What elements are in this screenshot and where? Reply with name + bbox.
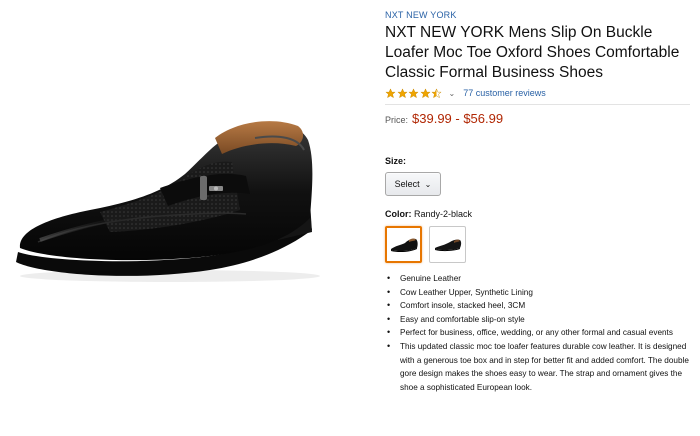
color-value: Randy-2-black xyxy=(414,209,473,219)
rating-row: ⌄ 77 customer reviews xyxy=(385,86,690,100)
feature-bullets: Genuine Leather Cow Leather Upper, Synth… xyxy=(385,272,690,394)
shoe-thumbnail-icon xyxy=(390,238,418,252)
feature-bullet: Comfort insole, stacked heel, 3CM xyxy=(387,299,690,313)
customer-reviews-link[interactable]: 77 customer reviews xyxy=(463,88,546,98)
feature-bullet: Genuine Leather xyxy=(387,272,690,286)
product-main-image[interactable] xyxy=(10,90,330,320)
brand-link[interactable]: NXT NEW YORK xyxy=(385,10,690,20)
price-label: Price: xyxy=(385,115,409,125)
star-full-icon xyxy=(419,87,431,98)
star-half-icon xyxy=(431,87,442,98)
star-full-icon xyxy=(385,87,396,98)
divider xyxy=(385,104,690,105)
product-title-line: Classic Formal Business Shoes xyxy=(385,64,603,81)
product-title-line: NXT NEW YORK Mens Slip On Buckle xyxy=(385,24,653,41)
star-full-icon xyxy=(408,87,419,98)
product-info: NXT NEW YORK NXT NEW YORK Mens Slip On B… xyxy=(385,10,690,394)
price-value: $39.99 - $56.99 xyxy=(412,111,504,126)
size-select-dropdown[interactable]: Select ⌄ xyxy=(385,172,441,196)
swatch-randy-2-black[interactable] xyxy=(385,226,422,263)
feature-bullet: This updated classic moc toe loafer feat… xyxy=(387,340,690,394)
color-swatches xyxy=(385,226,690,263)
size-select-value: Select xyxy=(394,179,420,189)
feature-bullet: Easy and comfortable slip-on style xyxy=(387,313,690,327)
star-rating[interactable] xyxy=(385,87,443,99)
color-label: Color: xyxy=(385,209,412,219)
product-image-pane[interactable] xyxy=(0,0,360,436)
chevron-down-icon: ⌄ xyxy=(424,179,432,189)
size-label: Size: xyxy=(385,156,407,166)
color-row: Color: Randy-2-black xyxy=(385,209,690,219)
price-row: Price: $39.99 - $56.99 xyxy=(385,111,690,126)
product-title-line: Loafer Moc Toe Oxford Shoes Comfortable xyxy=(385,44,680,61)
shoe-thumbnail-icon xyxy=(434,239,461,251)
feature-bullet: Cow Leather Upper, Synthetic Lining xyxy=(387,286,690,300)
star-full-icon xyxy=(396,87,408,98)
swatch-black[interactable] xyxy=(429,226,466,263)
feature-bullet: Perfect for business, office, wedding, o… xyxy=(387,326,690,340)
product-title: NXT NEW YORK Mens Slip On Buckle Loafer … xyxy=(385,23,690,83)
chevron-down-icon[interactable]: ⌄ xyxy=(449,89,456,98)
